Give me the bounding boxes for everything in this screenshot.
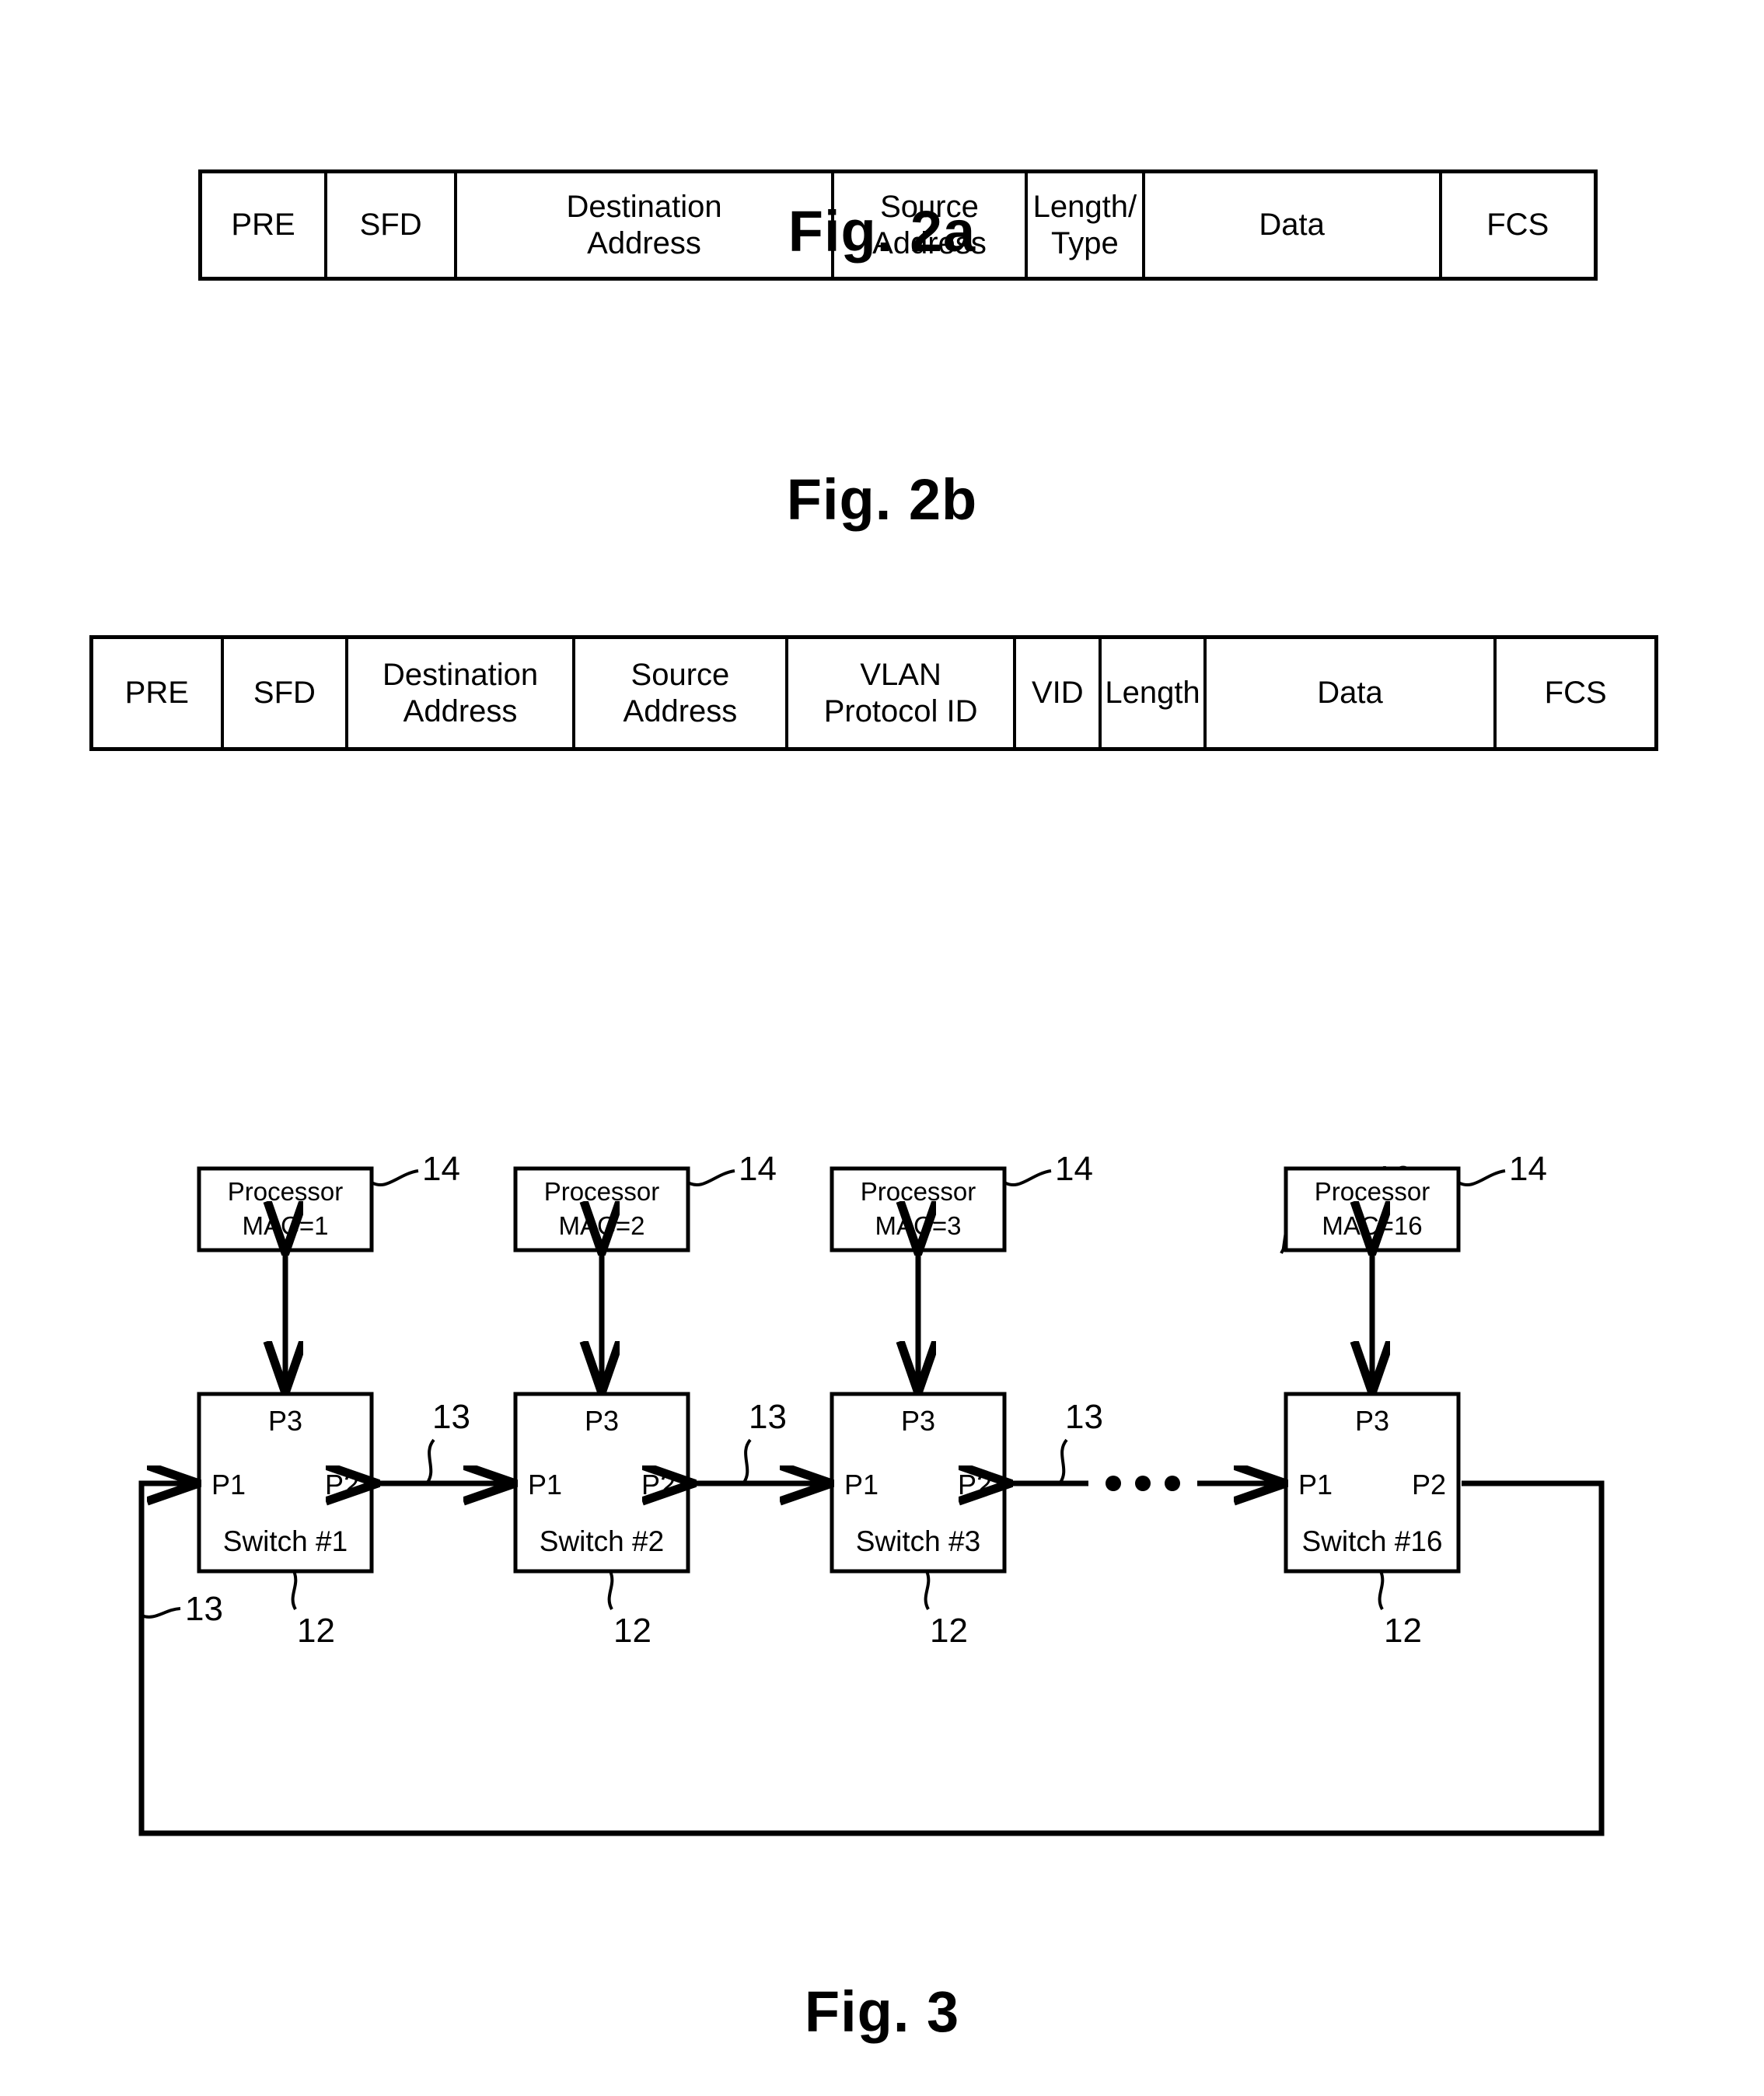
node-group-3: Processor MAC=3 14 P3 P1 P2 Switch #3 12 [830,1150,1093,1650]
processor-ref-leader-16 [1458,1169,1506,1186]
fig2b-caption: Fig. 2b [786,467,978,532]
switch-label-2: Switch #2 [540,1525,664,1557]
processor-ref-label-16: 14 [1509,1150,1547,1188]
switch-16-port-p2: P2 [1412,1469,1446,1500]
frame-field-length: Length [1102,639,1207,747]
frame-field-vid: VID [1016,639,1102,747]
processor-ref-leader-2 [687,1169,735,1186]
processor-ref-leader-1 [371,1169,419,1186]
processor-mac-16: MAC=16 [1322,1211,1422,1240]
vlan-frame-table-fig2b: PRE SFD Destination Address Source Address VLA… [89,635,1658,751]
processor-ref-label-3: 14 [1055,1150,1093,1188]
frame-field-vlan-protocol-id: VLAN Protocol ID [788,639,1017,747]
loopback-ref-leader [141,1607,181,1619]
switch-16-port-p1: P1 [1298,1469,1333,1500]
fig2a-caption: Fig. 2a [788,199,976,264]
processor-title-3: Processor [861,1177,976,1206]
network-ring-diagram-fig3: 10 Processor MAC=1 14 P3 P1 P2 Switch #1… [0,964,1764,1881]
node-group-1: Processor MAC=1 14 P3 P1 P2 Switch #1 12 [197,1150,460,1650]
switch-label-1: Switch #1 [223,1525,348,1557]
switch-1-port-p2: P2 [325,1469,359,1500]
switch-3-port-p2: P2 [958,1469,992,1500]
link-ref-label-3: 13 [1065,1398,1103,1436]
processor-mac-3: MAC=3 [875,1211,962,1240]
switch-3-port-p1: P1 [844,1469,879,1500]
patent-drawing-sheet: PRE SFD Destination Address Source Address Len… [0,0,1764,2096]
switch-label-3: Switch #3 [856,1525,980,1557]
switch-16-port-p3: P3 [1355,1405,1389,1437]
switch-ref-label-1: 12 [297,1612,335,1650]
switch-2-port-p3: P3 [585,1405,619,1437]
switch-label-16: Switch #16 [1302,1525,1443,1557]
switch-ref-leader-1 [291,1570,298,1610]
fig3-svg-canvas: 10 Processor MAC=1 14 P3 P1 P2 Switch #1… [138,1150,1605,1836]
switch-ref-label-16: 12 [1384,1612,1422,1650]
switch-ref-leader-3 [924,1570,931,1610]
link-ref-label-1: 13 [432,1398,470,1436]
switch-3-port-p3: P3 [901,1405,935,1437]
link-ref-leader-1 [425,1438,435,1485]
ellipsis-dot-3 [1165,1476,1180,1491]
switch-ref-leader-16 [1378,1570,1385,1610]
frame-field-data: Data [1207,639,1497,747]
switch-ref-label-3: 12 [930,1612,968,1650]
link-ref-label-2: 13 [749,1398,787,1436]
frame-field-fcs: FCS [1544,676,1607,711]
processor-mac-2: MAC=2 [559,1211,645,1240]
frame-field-pre: PRE [93,639,224,747]
processor-ref-leader-3 [1004,1169,1052,1186]
switch-2-port-p1: P1 [528,1469,562,1500]
link-ref-leader-3 [1058,1438,1068,1485]
processor-mac-1: MAC=1 [243,1211,329,1240]
switch-ref-leader-2 [607,1570,614,1610]
switch-ref-label-2: 12 [613,1612,651,1650]
processor-ref-label-1: 14 [422,1150,460,1188]
processor-title-2: Processor [544,1177,660,1206]
node-group-16: Processor MAC=16 14 P3 P1 P2 Switch #16 … [1284,1150,1547,1650]
processor-title-1: Processor [228,1177,344,1206]
switch-2-port-p2: P2 [641,1469,676,1500]
frame-field-sfd: SFD [224,639,349,747]
switch-1-port-p1: P1 [211,1469,246,1500]
processor-ref-label-2: 14 [739,1150,777,1188]
link-ref-leader-2 [742,1438,752,1485]
loopback-ref-label: 13 [185,1590,223,1628]
fig3-caption: Fig. 3 [804,1979,960,2044]
node-group-2: Processor MAC=2 14 P3 P1 P2 Switch #2 12 [513,1150,777,1650]
switch-1-port-p3: P3 [268,1405,302,1437]
processor-title-16: Processor [1315,1177,1430,1206]
frame-field-destination-address: Destination Address [348,639,575,747]
ellipsis-dot-1 [1106,1476,1121,1491]
frame-field-source-address: Source Address [575,639,788,747]
ellipsis-dot-2 [1135,1476,1151,1491]
